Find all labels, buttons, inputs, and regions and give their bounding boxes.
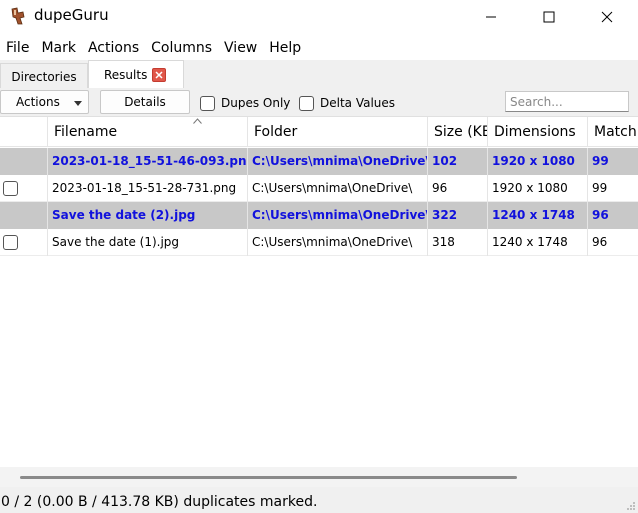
table-row-reference[interactable]: Save the date (2).jpg C:\Users\mnima\One… [0, 202, 638, 229]
tab-bar: Directories Results [0, 60, 638, 89]
filename-cell: Save the date (2).jpg [47, 202, 248, 229]
window-title: dupeGuru [34, 6, 109, 24]
row-mark-cell [0, 148, 48, 175]
delta-values-toggle[interactable]: Delta Values [299, 94, 395, 112]
minimize-button[interactable] [468, 0, 514, 33]
match-cell: 99 [587, 148, 638, 175]
match-cell: 96 [587, 202, 638, 229]
sort-ascending-icon [193, 118, 202, 124]
dupes-only-toggle[interactable]: Dupes Only [200, 94, 290, 112]
maximize-button[interactable] [526, 0, 572, 33]
maximize-icon [543, 11, 555, 22]
size-cell: 96 [427, 175, 488, 202]
scrollbar-thumb[interactable] [20, 476, 517, 479]
match-cell: 99 [587, 175, 638, 202]
column-header-filename-label: Filename [54, 124, 118, 140]
app-icon [11, 7, 25, 25]
menu-actions[interactable]: Actions [82, 36, 145, 60]
menu-view[interactable]: View [218, 36, 263, 60]
table-row-duplicate[interactable]: 2023-01-18_15-51-28-731.png C:\Users\mni… [0, 175, 638, 202]
column-header-mark[interactable] [0, 117, 48, 147]
delta-values-label: Delta Values [320, 96, 396, 110]
dupes-only-label: Dupes Only [221, 96, 291, 110]
actions-button-label: Actions [16, 95, 60, 109]
column-header-folder[interactable]: Folder [247, 117, 428, 147]
details-button[interactable]: Details [100, 90, 190, 114]
table-header: Filename Folder Size (KB) Dimensions Mat… [0, 117, 638, 147]
column-header-size[interactable]: Size (KB) [427, 117, 488, 147]
table-row-duplicate[interactable]: Save the date (1).jpg C:\Users\mnima\One… [0, 229, 638, 256]
delta-values-checkbox[interactable] [299, 95, 314, 111]
column-header-match[interactable]: Match [587, 117, 638, 147]
match-cell: 96 [587, 229, 638, 256]
status-text: 0 / 2 (0.00 B / 413.78 KB) duplicates ma… [1, 494, 318, 510]
size-cell: 318 [427, 229, 488, 256]
tab-results[interactable]: Results [88, 60, 184, 89]
mark-checkbox[interactable] [3, 235, 18, 250]
results-table: Filename Folder Size (KB) Dimensions Mat… [0, 117, 638, 467]
title-bar: dupeGuru [0, 0, 638, 33]
dimensions-cell: 1240 x 1748 [487, 229, 588, 256]
column-header-filename[interactable]: Filename [47, 117, 248, 147]
row-mark-cell [0, 202, 48, 229]
minimize-icon [486, 16, 496, 17]
table-row-reference[interactable]: 2023-01-18_15-51-46-093.png C:\Users\mni… [0, 148, 638, 175]
folder-cell: C:\Users\mnima\OneDrive\ [247, 148, 428, 175]
menu-file[interactable]: File [0, 36, 35, 60]
row-mark-cell [0, 175, 48, 202]
close-icon [601, 11, 613, 22]
menu-help[interactable]: Help [263, 36, 307, 60]
size-cell: 322 [427, 202, 488, 229]
mark-checkbox[interactable] [3, 181, 18, 196]
status-bar: 0 / 2 (0.00 B / 413.78 KB) duplicates ma… [0, 487, 638, 513]
tab-results-label: Results [104, 68, 148, 82]
size-cell: 102 [427, 148, 488, 175]
dupes-only-checkbox[interactable] [200, 95, 215, 111]
menu-columns[interactable]: Columns [145, 36, 218, 60]
filename-cell: Save the date (1).jpg [47, 229, 248, 256]
filename-cell: 2023-01-18_15-51-28-731.png [47, 175, 248, 202]
search-input[interactable] [505, 91, 629, 112]
resize-grip-icon[interactable] [626, 501, 636, 511]
folder-cell: C:\Users\mnima\OneDrive\ [247, 175, 428, 202]
menu-bar: File Mark Actions Columns View Help [0, 36, 638, 60]
dimensions-cell: 1240 x 1748 [487, 202, 588, 229]
close-icon [155, 71, 163, 79]
tab-directories[interactable]: Directories [0, 63, 88, 89]
actions-dropdown-button[interactable]: Actions [0, 90, 89, 114]
horizontal-scrollbar[interactable] [0, 467, 638, 487]
toolbar: Actions Details Dupes Only Delta Values [0, 88, 638, 117]
tab-close-button[interactable] [152, 68, 166, 82]
menu-mark[interactable]: Mark [35, 36, 82, 60]
dimensions-cell: 1920 x 1080 [487, 148, 588, 175]
folder-cell: C:\Users\mnima\OneDrive\ [247, 202, 428, 229]
column-header-dimensions[interactable]: Dimensions [487, 117, 588, 147]
filename-cell: 2023-01-18_15-51-46-093.png [47, 148, 248, 175]
dimensions-cell: 1920 x 1080 [487, 175, 588, 202]
close-button[interactable] [584, 0, 630, 33]
folder-cell: C:\Users\mnima\OneDrive\ [247, 229, 428, 256]
row-mark-cell [0, 229, 48, 256]
chevron-down-icon [74, 101, 82, 106]
